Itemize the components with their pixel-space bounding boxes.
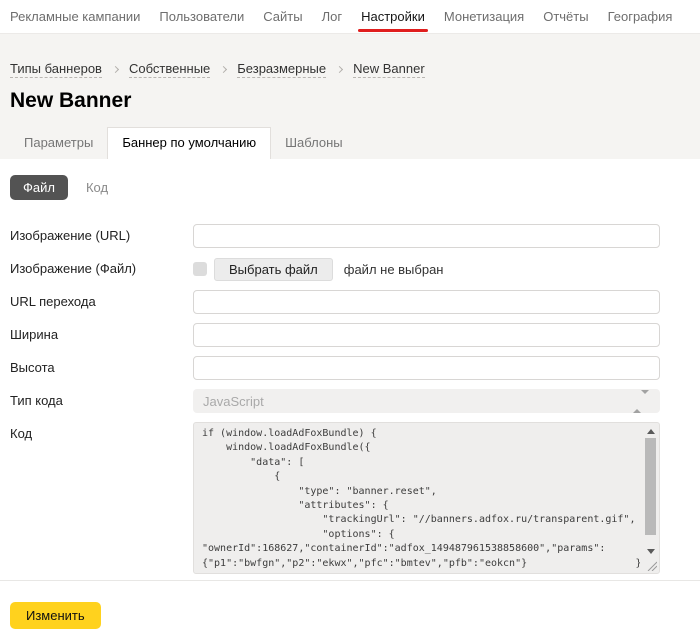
code-textarea[interactable]: if (window.loadAdFoxBundle) { window.loa… (193, 422, 660, 574)
height-label: Высота (10, 356, 193, 375)
tab-content: Файл Код Изображение (URL) Изображение (… (0, 159, 700, 574)
form-row-code-type: Тип кода JavaScript (10, 389, 660, 413)
breadcrumb-own[interactable]: Собственные (129, 61, 210, 78)
scroll-up-icon[interactable] (644, 425, 657, 437)
nav-item-settings[interactable]: Настройки (361, 0, 425, 33)
form-row-width: Ширина (10, 323, 660, 347)
code-type-label: Тип кода (10, 389, 193, 408)
scrollbar-thumb[interactable] (645, 438, 656, 535)
banner-mode-toggle: Файл Код (10, 175, 660, 200)
code-content[interactable]: if (window.loadAdFoxBundle) { window.loa… (202, 427, 640, 569)
image-file-label: Изображение (Файл) (10, 257, 193, 276)
chevron-right-icon (336, 65, 343, 72)
code-type-select: JavaScript (193, 389, 660, 413)
footer: Изменить (0, 581, 700, 629)
tab-bar: Параметры Баннер по умолчанию Шаблоны (10, 127, 690, 159)
nav-item-reports[interactable]: Отчёты (543, 0, 588, 33)
nav-item-log[interactable]: Лог (322, 0, 343, 33)
nav-item-geography[interactable]: География (608, 0, 673, 33)
top-nav: Рекламные кампании Пользователи Сайты Ло… (0, 0, 700, 33)
tab-templates[interactable]: Шаблоны (271, 128, 357, 159)
mode-file-button[interactable]: Файл (10, 175, 68, 200)
image-url-input[interactable] (193, 224, 660, 248)
image-file-checkbox[interactable] (193, 262, 207, 276)
breadcrumb-banner-types[interactable]: Типы баннеров (10, 61, 102, 78)
width-input[interactable] (193, 323, 660, 347)
resize-grip-icon[interactable] (646, 560, 657, 571)
mode-code-button[interactable]: Код (86, 180, 108, 195)
code-type-value: JavaScript (203, 394, 264, 409)
tab-default-banner[interactable]: Баннер по умолчанию (107, 127, 271, 159)
nav-item-campaigns[interactable]: Рекламные кампании (10, 0, 140, 33)
up-down-arrows-icon (633, 394, 649, 409)
form-row-target-url: URL перехода (10, 290, 660, 314)
submit-button[interactable]: Изменить (10, 602, 101, 629)
target-url-input[interactable] (193, 290, 660, 314)
nav-item-sites[interactable]: Сайты (263, 0, 302, 33)
code-scrollbar[interactable] (644, 425, 657, 557)
form-row-image-url: Изображение (URL) (10, 224, 660, 248)
height-input[interactable] (193, 356, 660, 380)
file-status-text: файл не выбран (344, 262, 444, 277)
tab-parameters[interactable]: Параметры (10, 128, 107, 159)
breadcrumb-new-banner[interactable]: New Banner (353, 61, 425, 78)
scroll-down-icon[interactable] (644, 545, 657, 557)
target-url-label: URL перехода (10, 290, 193, 309)
nav-item-users[interactable]: Пользователи (159, 0, 244, 33)
nav-item-monetization[interactable]: Монетизация (444, 0, 524, 33)
chevron-right-icon (112, 65, 119, 72)
form-row-height: Высота (10, 356, 660, 380)
width-label: Ширина (10, 323, 193, 342)
choose-file-button[interactable]: Выбрать файл (214, 258, 333, 281)
image-url-label: Изображение (URL) (10, 224, 193, 243)
form-row-image-file: Изображение (Файл) Выбрать файл файл не … (10, 257, 660, 281)
page-header: Типы баннеров Собственные Безразмерные N… (0, 33, 700, 159)
breadcrumb-sizeless[interactable]: Безразмерные (237, 61, 326, 78)
page-title: New Banner (10, 89, 690, 113)
chevron-right-icon (220, 65, 227, 72)
form-row-code: Код if (window.loadAdFoxBundle) { window… (10, 422, 660, 574)
breadcrumb: Типы баннеров Собственные Безразмерные N… (10, 61, 690, 78)
code-label: Код (10, 422, 193, 441)
